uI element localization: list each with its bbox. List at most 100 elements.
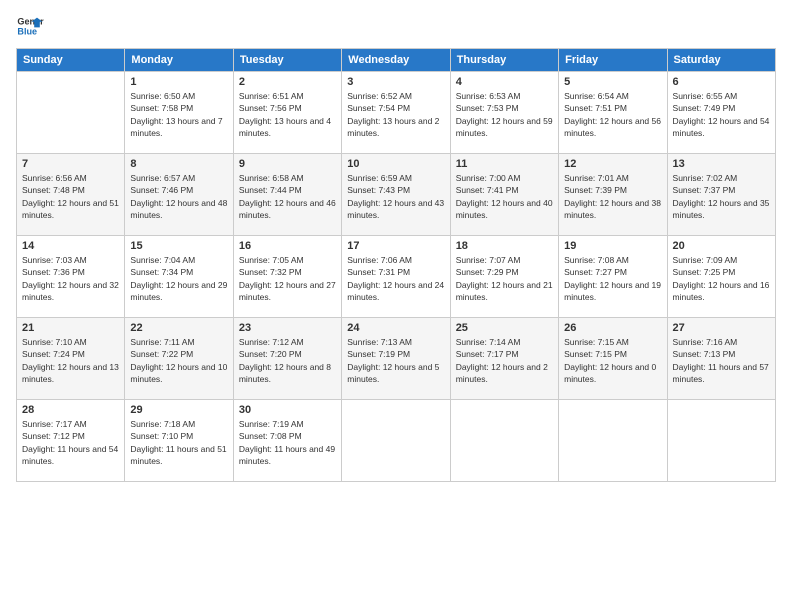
day-number: 6 [673,76,770,88]
calendar-cell [342,400,450,482]
calendar-week-row: 1 Sunrise: 6:50 AMSunset: 7:58 PMDaylight… [17,72,776,154]
day-number: 11 [456,158,553,170]
weekday-header-wednesday: Wednesday [342,49,450,72]
calendar-cell: 4Sunrise: 6:53 AMSunset: 7:53 PMDaylight… [450,72,558,154]
day-info: Sunrise: 7:02 AMSunset: 7:37 PMDaylight:… [673,172,770,221]
calendar-cell: 25Sunrise: 7:14 AMSunset: 7:17 PMDayligh… [450,318,558,400]
day-info: Sunrise: 7:15 AMSunset: 7:15 PMDaylight:… [564,336,661,385]
day-number: 9 [239,158,336,170]
day-number: 17 [347,240,444,252]
calendar-cell: 8Sunrise: 6:57 AMSunset: 7:46 PMDaylight… [125,154,233,236]
calendar-cell: 24 Sunrise: 7:13 AMSunset: 7:19 PMDayligh… [342,318,450,400]
day-info: Sunrise: 7:10 AMSunset: 7:24 PMDaylight:… [22,336,119,385]
svg-text:Blue: Blue [17,26,37,36]
day-number: 27 [673,322,770,334]
day-info: Sunrise: 6:51 AMSunset: 7:56 PMDaylight:… [239,90,336,139]
calendar-cell: 9 Sunrise: 6:58 AMSunset: 7:44 PMDaylight… [233,154,341,236]
weekday-header-tuesday: Tuesday [233,49,341,72]
calendar-cell [559,400,667,482]
day-info: Sunrise: 7:13 AMSunset: 7:19 PMDaylight:… [347,336,444,385]
day-info: Sunrise: 7:16 AMSunset: 7:13 PMDaylight:… [673,336,770,385]
calendar-cell: 27 Sunrise: 7:16 AMSunset: 7:13 PMDayligh… [667,318,775,400]
day-number: 22 [130,322,227,334]
calendar-cell: 1 Sunrise: 6:50 AMSunset: 7:58 PMDaylight… [125,72,233,154]
weekday-header-friday: Friday [559,49,667,72]
calendar-week-row: 14 Sunrise: 7:03 AMSunset: 7:36 PMDayligh… [17,236,776,318]
calendar-cell: 12 Sunrise: 7:01 AMSunset: 7:39 PMDayligh… [559,154,667,236]
calendar-cell: 28 Sunrise: 7:17 AMSunset: 7:12 PMDayligh… [17,400,125,482]
day-info: Sunrise: 7:09 AMSunset: 7:25 PMDaylight:… [673,254,770,303]
calendar-cell: 19 Sunrise: 7:08 AMSunset: 7:27 PMDayligh… [559,236,667,318]
calendar-week-row: 21 Sunrise: 7:10 AMSunset: 7:24 PMDayligh… [17,318,776,400]
day-number: 23 [239,322,336,334]
day-number: 1 [130,76,227,88]
calendar-week-row: 28 Sunrise: 7:17 AMSunset: 7:12 PMDayligh… [17,400,776,482]
day-info: Sunrise: 7:11 AMSunset: 7:22 PMDaylight:… [130,336,227,385]
day-info: Sunrise: 7:19 AMSunset: 7:08 PMDaylight:… [239,418,336,467]
day-info: Sunrise: 7:01 AMSunset: 7:39 PMDaylight:… [564,172,661,221]
day-info: Sunrise: 7:00 AMSunset: 7:41 PMDaylight:… [456,172,553,221]
day-number: 10 [347,158,444,170]
calendar-cell: 20 Sunrise: 7:09 AMSunset: 7:25 PMDayligh… [667,236,775,318]
calendar-cell [667,400,775,482]
logo-icon: General Blue [16,12,44,40]
day-info: Sunrise: 7:05 AMSunset: 7:32 PMDaylight:… [239,254,336,303]
day-number: 7 [22,158,119,170]
day-number: 30 [239,404,336,416]
day-info: Sunrise: 7:17 AMSunset: 7:12 PMDaylight:… [22,418,119,467]
calendar-cell: 16 Sunrise: 7:05 AMSunset: 7:32 PMDayligh… [233,236,341,318]
day-number: 12 [564,158,661,170]
day-info: Sunrise: 7:07 AMSunset: 7:29 PMDaylight:… [456,254,553,303]
calendar-cell: 6 Sunrise: 6:55 AMSunset: 7:49 PMDaylight… [667,72,775,154]
day-number: 19 [564,240,661,252]
day-number: 14 [22,240,119,252]
day-number: 3 [347,76,444,88]
calendar-cell: 13 Sunrise: 7:02 AMSunset: 7:37 PMDayligh… [667,154,775,236]
calendar-cell: 26 Sunrise: 7:15 AMSunset: 7:15 PMDayligh… [559,318,667,400]
calendar-cell: 5 Sunrise: 6:54 AMSunset: 7:51 PMDaylight… [559,72,667,154]
day-info: Sunrise: 7:12 AMSunset: 7:20 PMDaylight:… [239,336,336,385]
day-info: Sunrise: 6:58 AMSunset: 7:44 PMDaylight:… [239,172,336,221]
calendar-cell: 29 Sunrise: 7:18 AMSunset: 7:10 PMDayligh… [125,400,233,482]
calendar-cell: 17 Sunrise: 7:06 AMSunset: 7:31 PMDayligh… [342,236,450,318]
day-number: 4 [456,76,553,88]
calendar-table: SundayMondayTuesdayWednesdayThursdayFrid… [16,48,776,482]
weekday-header-row: SundayMondayTuesdayWednesdayThursdayFrid… [17,49,776,72]
header: General Blue [16,12,776,40]
day-number: 20 [673,240,770,252]
day-number: 21 [22,322,119,334]
calendar-cell: 7 Sunrise: 6:56 AMSunset: 7:48 PMDaylight… [17,154,125,236]
day-info: Sunrise: 6:55 AMSunset: 7:49 PMDaylight:… [673,90,770,139]
day-number: 13 [673,158,770,170]
day-info: Sunrise: 6:50 AMSunset: 7:58 PMDaylight:… [130,90,227,139]
day-number: 5 [564,76,661,88]
day-number: 16 [239,240,336,252]
day-info: Sunrise: 7:06 AMSunset: 7:31 PMDaylight:… [347,254,444,303]
day-info: Sunrise: 6:54 AMSunset: 7:51 PMDaylight:… [564,90,661,139]
calendar-cell: 23 Sunrise: 7:12 AMSunset: 7:20 PMDayligh… [233,318,341,400]
day-info: Sunrise: 6:56 AMSunset: 7:48 PMDaylight:… [22,172,119,221]
calendar-cell: 3 Sunrise: 6:52 AMSunset: 7:54 PMDaylight… [342,72,450,154]
calendar-cell: 18 Sunrise: 7:07 AMSunset: 7:29 PMDayligh… [450,236,558,318]
calendar-cell: 21 Sunrise: 7:10 AMSunset: 7:24 PMDayligh… [17,318,125,400]
day-number: 26 [564,322,661,334]
day-info: Sunrise: 6:52 AMSunset: 7:54 PMDaylight:… [347,90,444,139]
day-info: Sunrise: 7:08 AMSunset: 7:27 PMDaylight:… [564,254,661,303]
day-number: 18 [456,240,553,252]
calendar-cell: 30 Sunrise: 7:19 AMSunset: 7:08 PMDayligh… [233,400,341,482]
day-info: Sunrise: 7:18 AMSunset: 7:10 PMDaylight:… [130,418,227,467]
calendar-cell [450,400,558,482]
day-info: Sunrise: 6:57 AMSunset: 7:46 PMDaylight:… [130,172,227,221]
day-number: 25 [456,322,553,334]
weekday-header-monday: Monday [125,49,233,72]
day-number: 28 [22,404,119,416]
day-info: Sunrise: 7:04 AMSunset: 7:34 PMDaylight:… [130,254,227,303]
day-number: 29 [130,404,227,416]
day-number: 24 [347,322,444,334]
day-info: Sunrise: 7:03 AMSunset: 7:36 PMDaylight:… [22,254,119,303]
day-number: 2 [239,76,336,88]
calendar-cell: 14 Sunrise: 7:03 AMSunset: 7:36 PMDayligh… [17,236,125,318]
logo: General Blue [16,12,44,40]
calendar-cell [17,72,125,154]
weekday-header-thursday: Thursday [450,49,558,72]
